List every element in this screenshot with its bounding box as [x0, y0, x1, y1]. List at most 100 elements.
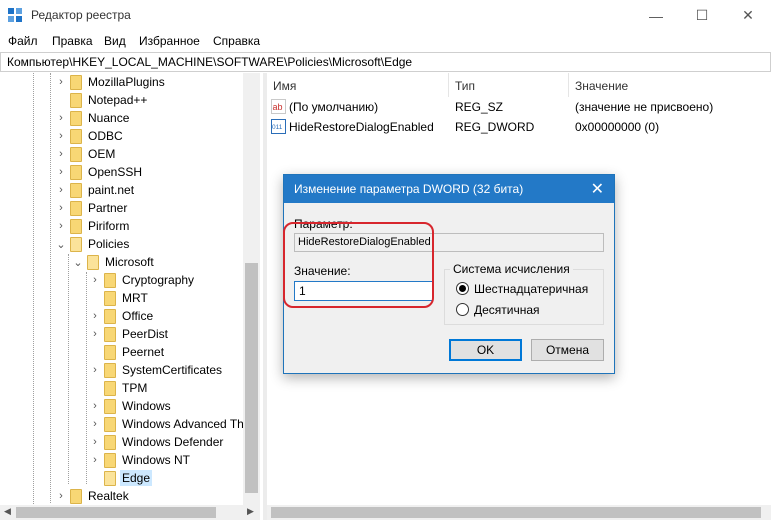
tree-item-label: Nuance — [88, 111, 130, 125]
chevron-right-icon[interactable]: › — [56, 181, 66, 199]
chevron-right-icon[interactable]: › — [90, 271, 100, 289]
folder-open-icon — [104, 470, 116, 486]
chevron-right-icon[interactable]: › — [90, 415, 100, 433]
tree-horizontal-scrollbar[interactable]: ◀ ▶ — [0, 505, 260, 520]
radio-decimal-label[interactable]: Десятичная — [474, 303, 540, 317]
folder-icon — [104, 380, 116, 396]
tree-item-systemcertificates[interactable]: › SystemCertificates — [90, 361, 222, 379]
column-header-name[interactable]: Имя — [267, 73, 449, 97]
chevron-right-icon[interactable]: › — [56, 73, 66, 91]
tree-item-tpm[interactable]: TPM — [90, 379, 147, 397]
ok-button[interactable]: OK — [449, 339, 522, 361]
chevron-right-icon[interactable]: › — [56, 109, 66, 127]
folder-icon — [104, 452, 116, 468]
tree-item-windows[interactable]: › Windows — [90, 397, 171, 415]
chevron-right-icon[interactable]: › — [90, 397, 100, 415]
tree-item-partner[interactable]: › Partner — [56, 199, 127, 217]
tree-item-realtek[interactable]: › Realtek — [56, 487, 129, 505]
folder-icon — [70, 128, 82, 144]
menu-view[interactable]: Вид — [104, 34, 126, 48]
chevron-down-icon[interactable]: ⌄ — [56, 235, 66, 253]
tree-item-edge[interactable]: Edge — [90, 469, 153, 487]
tree-item-label: paint.net — [88, 183, 135, 197]
tree-item-label: Peernet — [122, 345, 165, 359]
radio-hexadecimal[interactable] — [456, 282, 469, 295]
minimize-button[interactable]: — — [633, 0, 679, 31]
tree-item-peernet[interactable]: Peernet — [90, 343, 164, 361]
folder-icon — [104, 434, 116, 450]
folder-icon — [104, 398, 116, 414]
folder-open-icon — [87, 254, 99, 270]
radio-hexadecimal-label[interactable]: Шестнадцатеричная — [474, 282, 588, 296]
close-button[interactable]: ✕ — [725, 0, 771, 31]
dialog-title: Изменение параметра DWORD (32 бита) — [294, 182, 524, 196]
tree-item-label: MozillaPlugins — [88, 75, 165, 89]
list-row[interactable]: ab (По умолчанию) REG_SZ (значение не пр… — [267, 97, 771, 117]
chevron-right-icon[interactable]: › — [56, 487, 66, 505]
chevron-right-icon[interactable]: › — [56, 217, 66, 235]
scroll-right-icon[interactable]: ▶ — [247, 506, 254, 517]
scroll-thumb[interactable] — [245, 263, 258, 493]
scroll-thumb[interactable] — [271, 507, 761, 518]
tree-item-microsoft[interactable]: ⌄ Microsoft — [73, 253, 154, 271]
tree-item-policies[interactable]: ⌄ Policies — [56, 235, 129, 253]
value-name: HideRestoreDialogEnabled — [289, 120, 434, 134]
dialog-close-icon[interactable]: ✕ — [591, 179, 604, 199]
tree-item-windows-advanced-th[interactable]: › Windows Advanced Th — [90, 415, 244, 433]
tree-item-label: TPM — [122, 381, 148, 395]
tree-guide-line — [68, 254, 69, 484]
tree-item-notepad[interactable]: Notepad++ — [56, 91, 147, 109]
chevron-down-icon[interactable]: ⌄ — [73, 253, 83, 271]
tree-item-piriform[interactable]: › Piriform — [56, 217, 129, 235]
column-header-value[interactable]: Значение — [569, 73, 771, 97]
address-path[interactable]: Компьютер\HKEY_LOCAL_MACHINE\SOFTWARE\Po… — [7, 55, 412, 69]
menu-favorites[interactable]: Избранное — [139, 34, 200, 48]
folder-icon — [104, 290, 116, 306]
menu-file[interactable]: Файл — [8, 34, 38, 48]
tree-item-label: Realtek — [88, 489, 129, 503]
scroll-left-icon[interactable]: ◀ — [4, 506, 11, 517]
tree-item-mozillaplugins[interactable]: › MozillaPlugins — [56, 73, 165, 91]
tree-item-office[interactable]: › Office — [90, 307, 153, 325]
chevron-right-icon[interactable]: › — [56, 145, 66, 163]
tree-item-oem[interactable]: › OEM — [56, 145, 115, 163]
chevron-right-icon[interactable]: › — [90, 361, 100, 379]
tree-item-peerdist[interactable]: › PeerDist — [90, 325, 168, 343]
tree-guide-line — [86, 272, 87, 484]
tree-item-odbc[interactable]: › ODBC — [56, 127, 123, 145]
cancel-button[interactable]: Отмена — [531, 339, 604, 361]
chevron-right-icon[interactable]: › — [90, 307, 100, 325]
tree-item-windows-nt[interactable]: › Windows NT — [90, 451, 190, 469]
tree-item-label: Windows Advanced Th — [122, 417, 244, 431]
registry-tree[interactable]: › MozillaPlugins Notepad++ › Nuance › ODBC › OEM… — [0, 73, 263, 520]
list-row[interactable]: 011 HideRestoreDialogEnabled REG_DWORD 0… — [267, 117, 771, 137]
radio-decimal[interactable] — [456, 303, 469, 316]
chevron-right-icon[interactable]: › — [90, 433, 100, 451]
chevron-right-icon[interactable]: › — [56, 199, 66, 217]
column-header-type[interactable]: Тип — [449, 73, 569, 97]
menu-edit[interactable]: Правка — [52, 34, 93, 48]
folder-icon — [70, 218, 82, 234]
folder-icon — [70, 92, 82, 108]
tree-item-cryptography[interactable]: › Cryptography — [90, 271, 194, 289]
tree-item-label: Partner — [88, 201, 128, 215]
menu-help[interactable]: Справка — [213, 34, 260, 48]
maximize-button[interactable]: ☐ — [679, 0, 725, 31]
chevron-right-icon[interactable]: › — [90, 451, 100, 469]
scroll-thumb[interactable] — [16, 507, 216, 518]
chevron-right-icon[interactable]: › — [90, 325, 100, 343]
address-bar[interactable]: Компьютер\HKEY_LOCAL_MACHINE\SOFTWARE\Po… — [0, 52, 771, 72]
chevron-right-icon[interactable]: › — [56, 127, 66, 145]
list-horizontal-scrollbar[interactable] — [267, 505, 771, 520]
folder-icon — [70, 164, 82, 180]
binary-value-icon: 011 — [271, 119, 286, 134]
chevron-right-icon[interactable]: › — [56, 163, 66, 181]
tree-item-openssh[interactable]: › OpenSSH — [56, 163, 142, 181]
tree-item-windows-defender[interactable]: › Windows Defender — [90, 433, 223, 451]
tree-item-mrt[interactable]: MRT — [90, 289, 148, 307]
folder-icon — [104, 272, 116, 288]
tree-item-nuance[interactable]: › Nuance — [56, 109, 129, 127]
tree-item-paint-net[interactable]: › paint.net — [56, 181, 134, 199]
tree-vertical-scrollbar[interactable] — [243, 73, 260, 505]
